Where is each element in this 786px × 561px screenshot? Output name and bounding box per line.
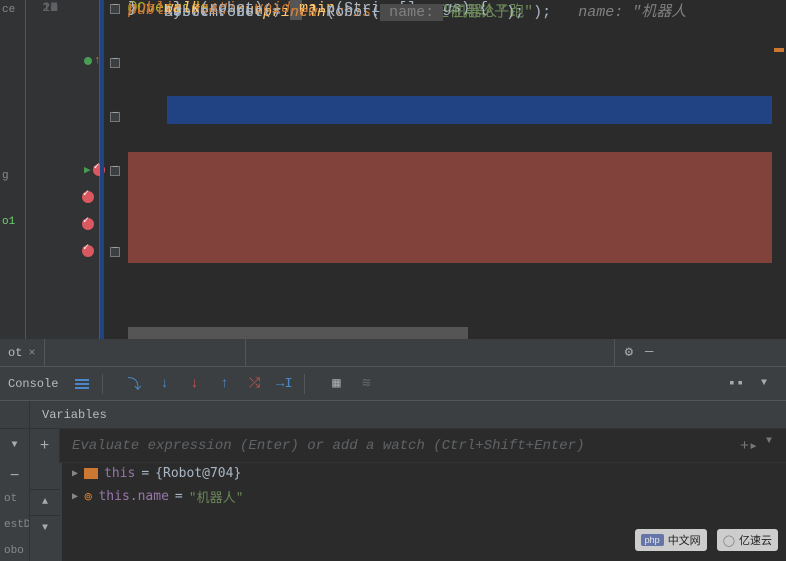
variables-header: Variables: [0, 401, 786, 429]
step-over-icon[interactable]: ⤵: [124, 374, 144, 394]
evaluate-input[interactable]: Evaluate expression (Enter) or add a wat…: [62, 438, 740, 454]
add-watch-button[interactable]: +: [30, 429, 60, 463]
debug-tab-bar: ot × ⚙ —: [0, 339, 786, 367]
watermark: php中文网 ◯亿速云: [635, 529, 778, 551]
console-label[interactable]: Console: [4, 377, 62, 391]
evaluate-icon[interactable]: ▦: [326, 374, 346, 394]
step-into-icon[interactable]: ↓: [154, 374, 174, 394]
gutter[interactable]: 16 17 18 ↑ 19 20 21 22 ▶ 23 24 25 26 27: [26, 0, 100, 339]
variable-row[interactable]: ▶ ⊚ this.name = "机器人": [62, 484, 786, 509]
override-marker-icon[interactable]: [84, 57, 92, 65]
chevron-down-icon[interactable]: ▼: [754, 374, 774, 394]
fold-icon[interactable]: [110, 247, 120, 257]
chevron-down-icon[interactable]: ▼: [0, 429, 30, 463]
drop-frame-icon[interactable]: ⤮: [244, 374, 264, 394]
frames-selector[interactable]: [245, 339, 615, 366]
run-to-cursor-icon[interactable]: →I: [274, 374, 294, 394]
remove-watch-button[interactable]: −: [0, 463, 30, 489]
horizontal-scrollbar[interactable]: [128, 327, 786, 339]
add-icon[interactable]: +▸: [740, 436, 758, 455]
expand-icon[interactable]: ▶: [72, 491, 78, 502]
code-editor[interactable]: ce g o1 16 17 18 ↑ 19 20 21 22 ▶ 23 24 2…: [0, 0, 786, 339]
variable-row[interactable]: ▶ this = {Robot@704}: [62, 463, 786, 484]
close-icon[interactable]: ×: [28, 346, 35, 360]
tab-label: ot: [8, 346, 22, 360]
debug-tab[interactable]: ot ×: [0, 339, 45, 366]
force-step-into-icon[interactable]: ↓: [184, 374, 204, 394]
move-down-icon[interactable]: ▼: [30, 515, 60, 541]
chevron-down-icon[interactable]: ▼: [766, 436, 772, 455]
field-icon: ⊚: [84, 489, 92, 505]
breakpoint-icon[interactable]: [82, 191, 94, 203]
threads-icon[interactable]: [72, 374, 92, 394]
run-gutter-icon[interactable]: ▶: [84, 163, 91, 177]
project-strip: ce g o1: [0, 0, 26, 339]
object-icon: [84, 468, 98, 479]
watch-row: ▼ + Evaluate expression (Enter) or add a…: [0, 429, 786, 463]
breakpoint-icon[interactable]: [82, 245, 94, 257]
code-content[interactable]: } @Override public void run() System.out…: [100, 0, 786, 339]
step-out-icon[interactable]: ↑: [214, 374, 234, 394]
fold-icon[interactable]: [110, 58, 120, 68]
trace-icon[interactable]: ≋: [356, 374, 376, 394]
expand-icon[interactable]: ▶: [72, 468, 78, 479]
gear-icon[interactable]: ⚙: [625, 344, 633, 361]
vertical-scrollbar[interactable]: [772, 0, 786, 339]
breakpoint-icon[interactable]: [82, 218, 94, 230]
move-up-icon[interactable]: ▲: [30, 489, 60, 515]
fold-icon[interactable]: [110, 166, 120, 176]
layout-icon[interactable]: ▪▪: [726, 374, 746, 394]
minimize-icon[interactable]: —: [645, 344, 653, 361]
variables-title: Variables: [30, 408, 119, 422]
fold-icon[interactable]: [110, 112, 120, 122]
debug-toolbar: Console ⤵ ↓ ↓ ↑ ⤮ →I ▦ ≋ ▪▪ ▼: [0, 367, 786, 401]
